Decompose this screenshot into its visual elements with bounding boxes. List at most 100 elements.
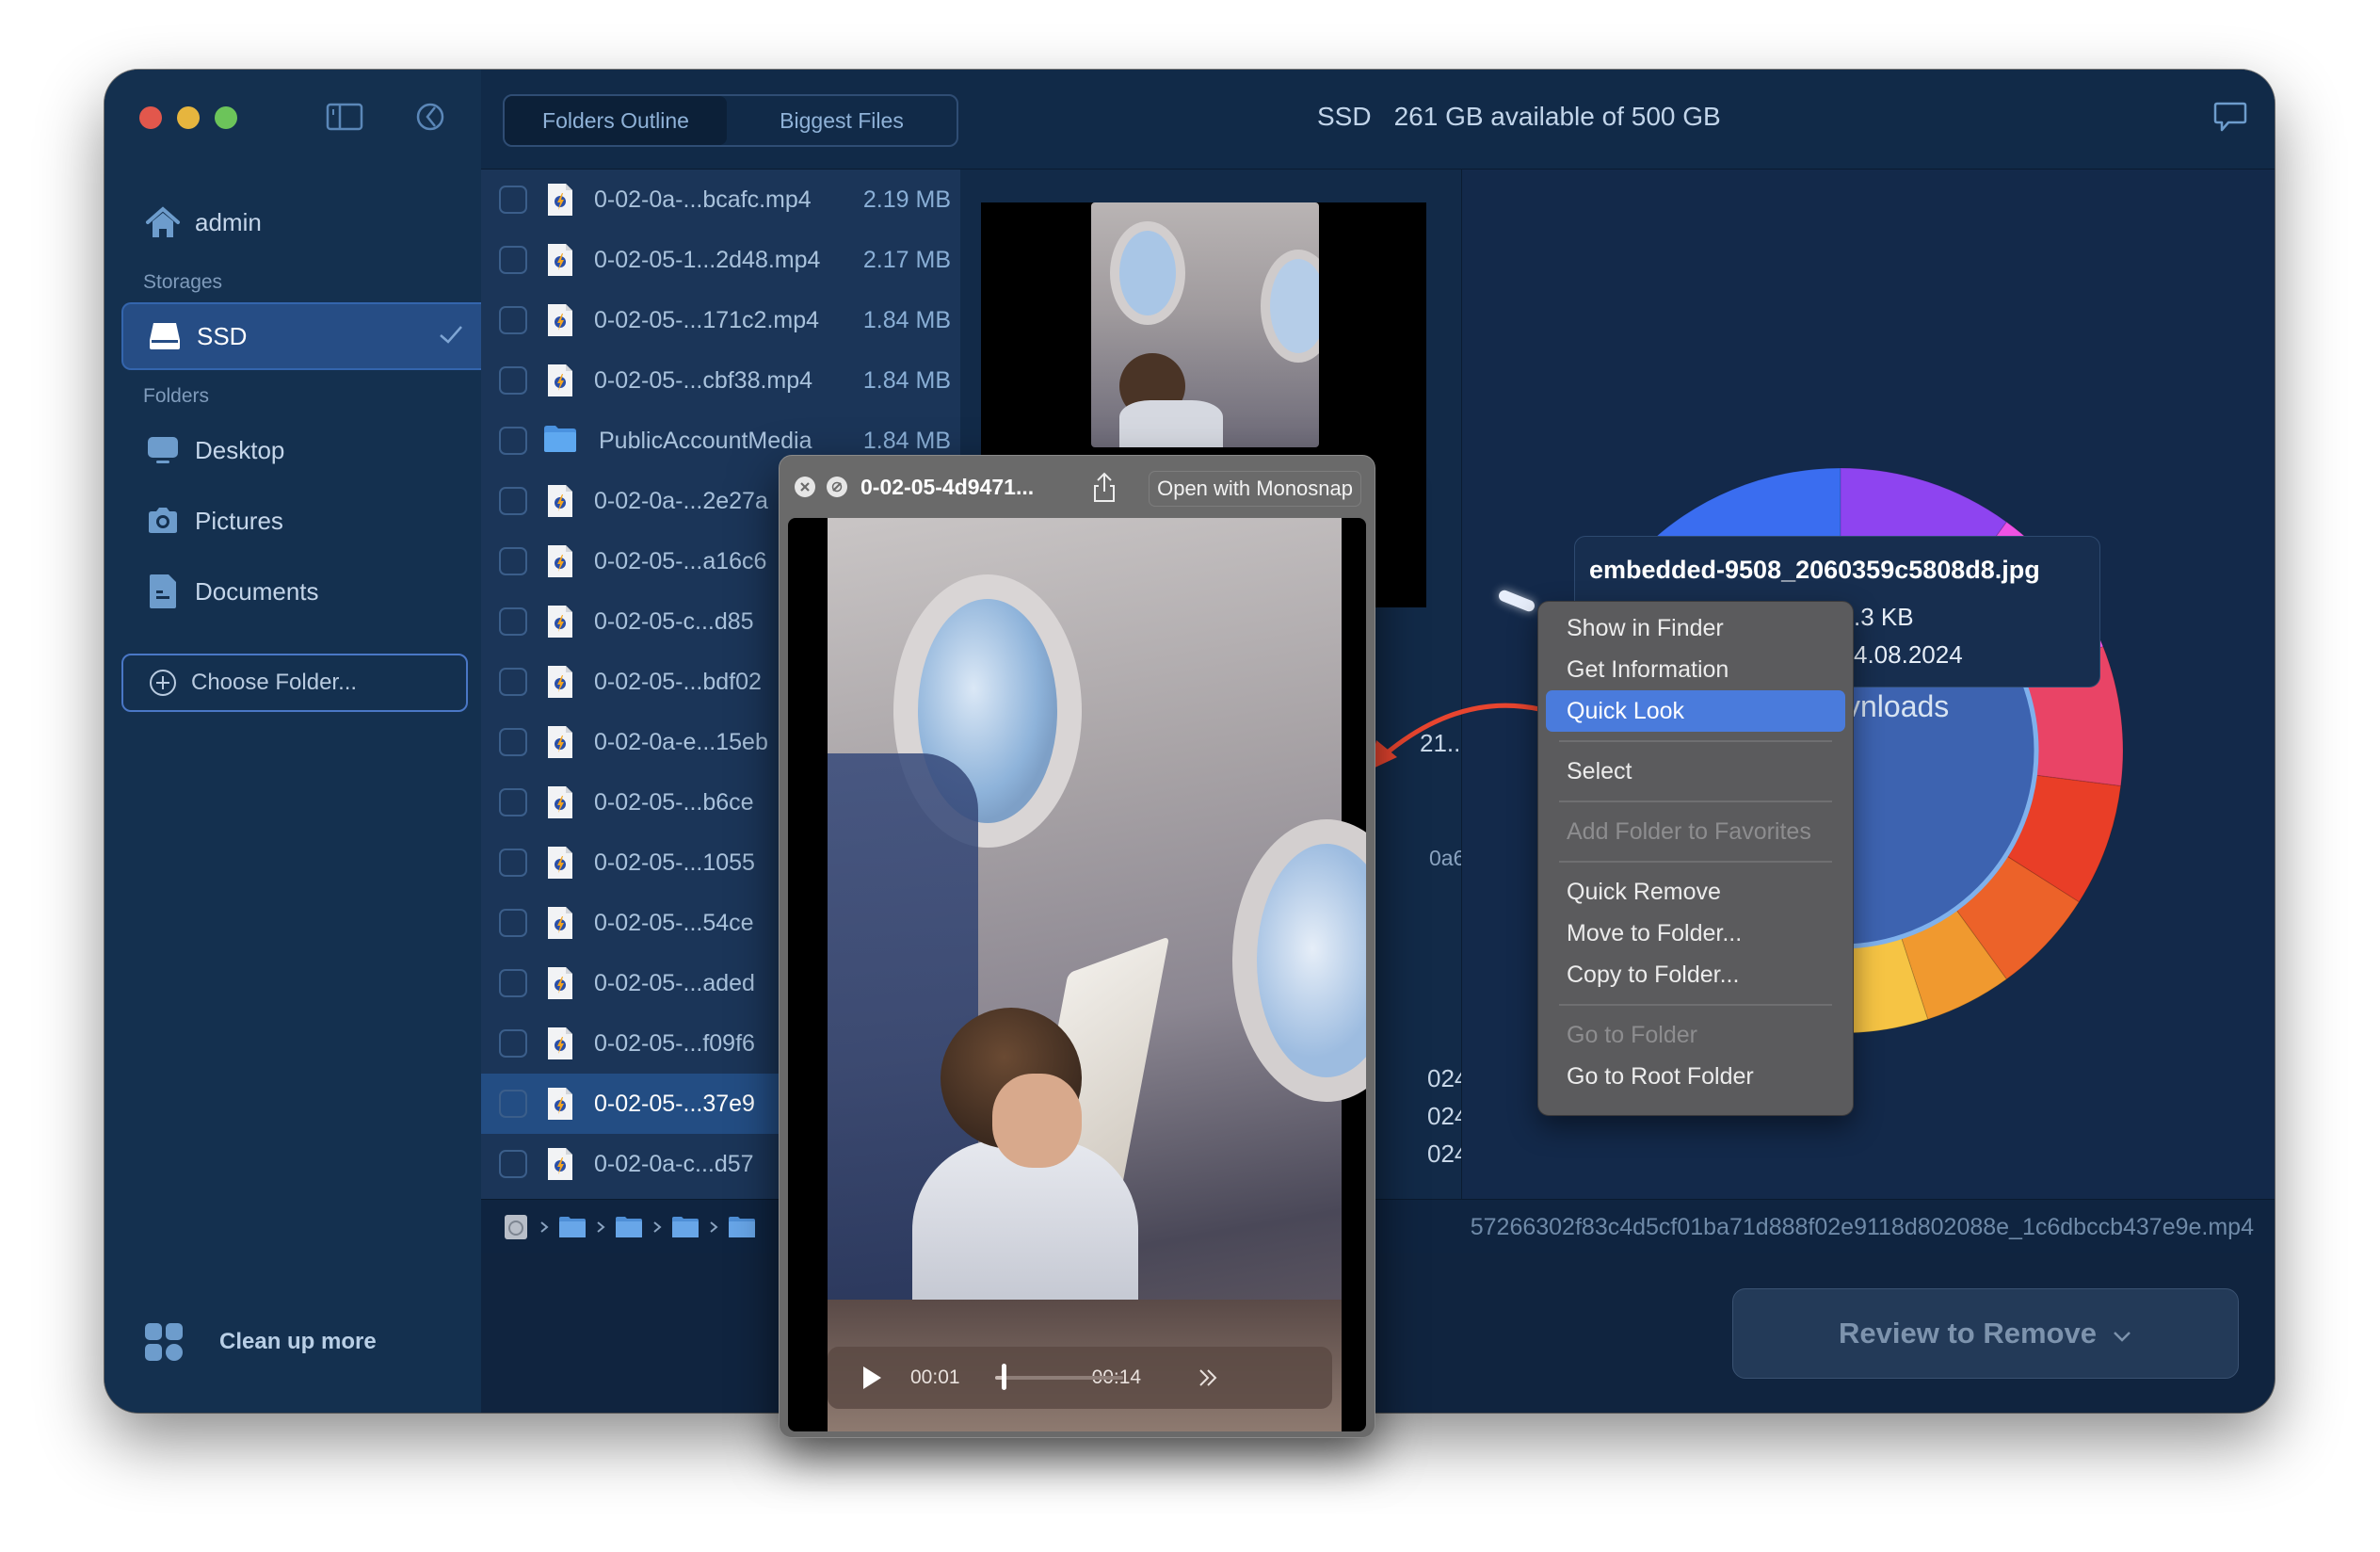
video-player[interactable]: 00:01 00:14 bbox=[788, 518, 1366, 1431]
sidebar-item-documents[interactable]: Documents bbox=[121, 558, 481, 625]
video-file-icon bbox=[547, 183, 573, 217]
menu-item-select[interactable]: Select bbox=[1546, 751, 1845, 792]
sidebar-item-admin[interactable]: admin bbox=[121, 188, 481, 256]
sidebar-item-label: admin bbox=[195, 207, 262, 236]
scrubber-handle[interactable] bbox=[1001, 1364, 1006, 1390]
zoom-window-button[interactable] bbox=[215, 106, 237, 129]
folders-heading: Folders bbox=[143, 385, 210, 407]
video-file-icon bbox=[547, 1087, 573, 1121]
annotation-arrow-icon bbox=[1369, 703, 1540, 770]
file-row[interactable]: 0-02-05-...171c2.mp4 1.84 MB bbox=[481, 290, 960, 350]
home-folder-icon[interactable] bbox=[615, 1215, 643, 1239]
menu-item-go-to-folder: Go to Folder bbox=[1567, 1021, 1697, 1048]
chevron-right-icon bbox=[596, 1221, 605, 1234]
video-file-icon bbox=[547, 846, 573, 880]
file-checkbox[interactable] bbox=[499, 788, 527, 816]
file-checkbox[interactable] bbox=[499, 1150, 527, 1178]
file-checkbox[interactable] bbox=[499, 366, 527, 395]
file-checkbox[interactable] bbox=[499, 607, 527, 636]
disk-name: SSD bbox=[1317, 102, 1372, 131]
folder-icon[interactable] bbox=[728, 1215, 756, 1239]
file-name: 0-02-0a-...bcafc.mp4 bbox=[594, 186, 812, 213]
menu-item-get-information[interactable]: Get Information bbox=[1546, 649, 1845, 690]
video-scrubber[interactable] bbox=[995, 1376, 1123, 1380]
chevron-down-icon bbox=[2112, 1317, 2132, 1350]
file-checkbox[interactable] bbox=[499, 909, 527, 937]
video-file-icon bbox=[547, 544, 573, 578]
home-icon bbox=[144, 203, 182, 241]
file-row[interactable]: 0-02-05-...cbf38.mp4 1.84 MB bbox=[481, 350, 960, 411]
sidebar-item-label: Pictures bbox=[195, 506, 283, 535]
file-checkbox[interactable] bbox=[499, 306, 527, 334]
video-file-icon bbox=[547, 785, 573, 819]
storages-heading: Storages bbox=[143, 271, 223, 293]
tab-folders-outline[interactable]: Folders Outline bbox=[505, 96, 727, 145]
video-file-icon bbox=[547, 243, 573, 277]
toolbar: Folders Outline Biggest Files SSD 261 GB … bbox=[481, 70, 2275, 170]
sidebar-item-pictures[interactable]: Pictures bbox=[121, 487, 481, 555]
fast-forward-icon[interactable] bbox=[1198, 1367, 1218, 1388]
menu-item-show-in-finder[interactable]: Show in Finder bbox=[1546, 607, 1845, 649]
file-row[interactable]: 0-02-0a-...bcafc.mp4 2.19 MB bbox=[481, 170, 960, 230]
file-checkbox[interactable] bbox=[499, 728, 527, 756]
pie-clock-icon[interactable] bbox=[415, 102, 453, 132]
choose-folder-button[interactable]: Choose Folder... bbox=[121, 654, 468, 712]
drive-icon bbox=[146, 317, 184, 355]
video-file-icon bbox=[547, 605, 573, 639]
file-checkbox[interactable] bbox=[499, 186, 527, 214]
drive-icon[interactable] bbox=[502, 1213, 530, 1241]
video-file-icon bbox=[547, 303, 573, 337]
file-name: PublicAccountMedia bbox=[599, 427, 812, 454]
sidebar: admin Storages SSD Folders Desktop Pictu… bbox=[105, 70, 481, 1413]
camera-icon bbox=[144, 502, 182, 540]
file-checkbox[interactable] bbox=[499, 1090, 527, 1118]
home-folder-icon[interactable] bbox=[558, 1215, 587, 1239]
sidebar-item-label: Documents bbox=[195, 576, 319, 606]
menu-item-copy-to-folder[interactable]: Copy to Folder... bbox=[1546, 954, 1845, 995]
choose-folder-label: Choose Folder... bbox=[191, 670, 358, 695]
file-checkbox[interactable] bbox=[499, 969, 527, 997]
close-window-button[interactable] bbox=[139, 106, 162, 129]
open-with-monosnap-button[interactable]: Open with Monosnap bbox=[1149, 471, 1361, 507]
file-checkbox[interactable] bbox=[499, 246, 527, 274]
tooltip-filename: embedded-9508_2060359c5808d8.jpg bbox=[1589, 556, 2040, 584]
sidebar-item-ssd[interactable]: SSD bbox=[121, 302, 481, 370]
file-checkbox[interactable] bbox=[499, 1029, 527, 1058]
video-file-icon bbox=[547, 665, 573, 699]
sidebar-item-desktop[interactable]: Desktop bbox=[121, 416, 481, 484]
play-icon[interactable] bbox=[861, 1366, 882, 1390]
clean-up-more-button[interactable]: Clean up more bbox=[144, 1322, 377, 1362]
fullscreen-icon[interactable] bbox=[827, 477, 847, 497]
tooltip-date: 4.08.2024 bbox=[1854, 640, 1963, 669]
file-checkbox[interactable] bbox=[499, 427, 527, 455]
file-checkbox[interactable] bbox=[499, 668, 527, 696]
file-checkbox[interactable] bbox=[499, 487, 527, 515]
share-icon[interactable] bbox=[1090, 471, 1118, 505]
sidebar-item-label: SSD bbox=[197, 321, 248, 350]
menu-item-quick-look[interactable]: Quick Look bbox=[1546, 690, 1845, 732]
video-file-icon bbox=[547, 484, 573, 518]
close-icon[interactable] bbox=[795, 477, 815, 497]
video-frame bbox=[828, 518, 1366, 1431]
tab-biggest-files[interactable]: Biggest Files bbox=[727, 96, 957, 145]
chat-bubble-icon[interactable] bbox=[2211, 98, 2249, 136]
minimize-window-button[interactable] bbox=[177, 106, 200, 129]
tooltip-size: .3 KB bbox=[1854, 603, 1914, 631]
apps-folder-icon[interactable] bbox=[671, 1215, 700, 1239]
file-name: 0-02-05-1...2d48.mp4 bbox=[594, 246, 821, 273]
file-row[interactable]: 0-02-05-1...2d48.mp4 2.17 MB bbox=[481, 230, 960, 290]
chevron-right-icon bbox=[539, 1221, 549, 1234]
sidebar-toggle-icon[interactable] bbox=[326, 102, 363, 132]
folder-icon bbox=[542, 424, 578, 458]
file-checkbox[interactable] bbox=[499, 849, 527, 877]
file-checkbox[interactable] bbox=[499, 547, 527, 575]
menu-item-move-to-folder[interactable]: Move to Folder... bbox=[1546, 913, 1845, 954]
menu-item-go-to-root-folder[interactable]: Go to Root Folder bbox=[1546, 1056, 1845, 1097]
menu-separator bbox=[1559, 1004, 1832, 1006]
review-to-remove-button[interactable]: Review to Remove bbox=[1732, 1288, 2239, 1379]
quick-look-titlebar: 0-02-05-4d9471... Open with Monosnap bbox=[780, 456, 1375, 518]
desktop-icon bbox=[144, 431, 182, 469]
menu-item-quick-remove[interactable]: Quick Remove bbox=[1546, 871, 1845, 913]
disk-space: 261 GB available of 500 GB bbox=[1393, 102, 1721, 131]
disk-info: SSD 261 GB available of 500 GB bbox=[1317, 102, 1721, 132]
